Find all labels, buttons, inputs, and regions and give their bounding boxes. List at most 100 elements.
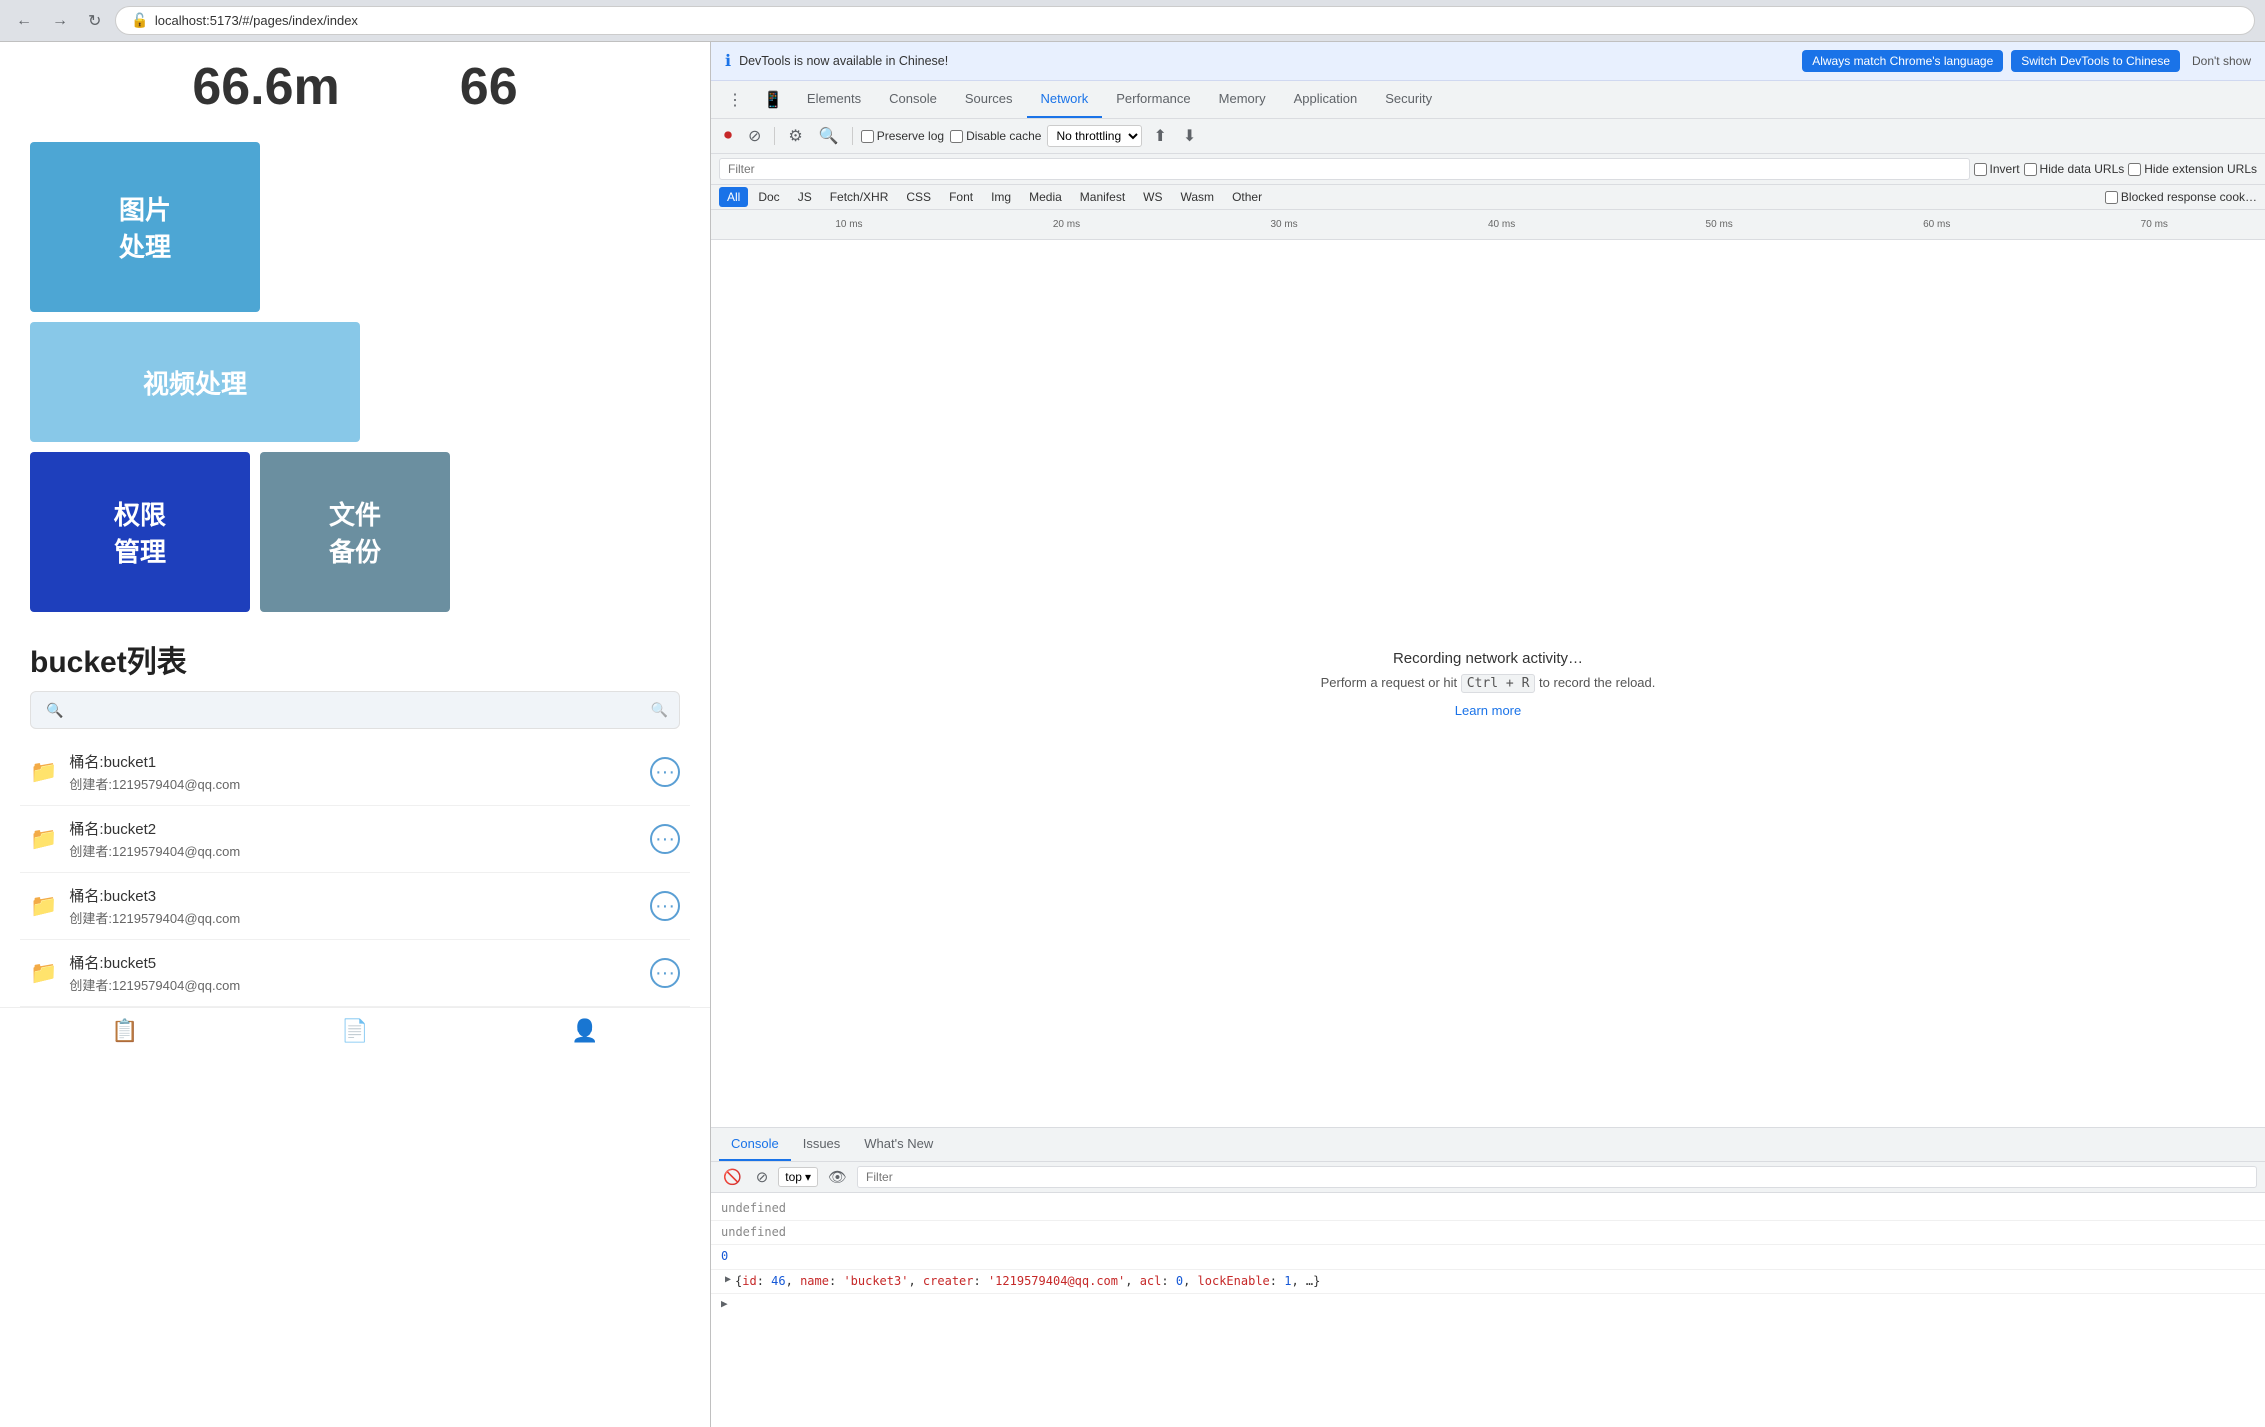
tab-sources[interactable]: Sources — [951, 81, 1027, 118]
blocked-cookies-label[interactable]: Blocked response cook… — [2105, 190, 2257, 204]
tile-permissions[interactable]: 权限 管理 — [30, 452, 250, 612]
type-filter-bar: All Doc JS Fetch/XHR CSS Font Img Media … — [711, 185, 2265, 210]
tile-video[interactable]: 视频处理 — [30, 322, 360, 442]
switch-to-chinese-button[interactable]: Switch DevTools to Chinese — [2011, 50, 2180, 72]
tab-network[interactable]: Network — [1027, 81, 1103, 118]
match-language-button[interactable]: Always match Chrome's language — [1802, 50, 2003, 72]
reload-button[interactable]: ↻ — [82, 7, 107, 35]
address-text: localhost:5173/#/pages/index/index — [155, 13, 358, 28]
import-har-button[interactable]: ⬆ — [1148, 123, 1171, 149]
preserve-log-checkbox[interactable] — [861, 130, 874, 143]
console-tab-whatsnew[interactable]: What's New — [852, 1128, 945, 1161]
type-filter-all[interactable]: All — [719, 187, 748, 207]
clear-button[interactable]: ⊘ — [743, 123, 766, 149]
disable-cache-checkbox[interactable] — [950, 130, 963, 143]
bottom-icon-2[interactable]: 📄 — [341, 1018, 368, 1044]
bucket-menu-button[interactable]: ··· — [650, 824, 680, 854]
bucket-info: 桶名:bucket5 创建者:1219579404@qq.com — [69, 952, 638, 994]
bucket-name: 桶名:bucket5 — [69, 952, 638, 973]
address-bar[interactable]: 🔓 localhost:5173/#/pages/index/index — [115, 6, 2255, 35]
hide-extension-urls-checkbox[interactable] — [2128, 163, 2141, 176]
tab-elements[interactable]: Elements — [793, 81, 875, 118]
dont-show-button[interactable]: Don't show — [2192, 54, 2251, 68]
blocked-cookies-checkbox[interactable] — [2105, 191, 2118, 204]
tab-memory[interactable]: Memory — [1205, 81, 1280, 118]
type-filter-media[interactable]: Media — [1021, 187, 1070, 207]
console-filter-icon-button[interactable]: ⊘ — [752, 1166, 773, 1188]
timeline-mark-50: 50 ms — [1706, 219, 1733, 230]
type-filter-doc[interactable]: Doc — [750, 187, 787, 207]
tab-application[interactable]: Application — [1280, 81, 1372, 118]
bucket-folder-icon: 📁 — [30, 759, 57, 785]
preserve-log-label[interactable]: Preserve log — [861, 129, 944, 143]
tab-security[interactable]: Security — [1371, 81, 1446, 118]
type-filter-css[interactable]: CSS — [898, 187, 939, 207]
console-line: undefined — [711, 1221, 2265, 1245]
console-section: Console Issues What's New 🚫 ⊘ top ▾ 👁 un… — [711, 1127, 2265, 1427]
type-filter-fetch-xhr[interactable]: Fetch/XHR — [822, 187, 897, 207]
search-button[interactable]: 🔍 — [814, 123, 844, 149]
console-tab-issues[interactable]: Issues — [791, 1128, 853, 1161]
console-line: undefined — [711, 1197, 2265, 1221]
bucket-folder-icon: 📁 — [30, 826, 57, 852]
network-empty-state: Recording network activity… Perform a re… — [711, 240, 2265, 1127]
bucket-title: bucket列表 — [0, 622, 710, 691]
export-har-button[interactable]: ⬇ — [1178, 123, 1201, 149]
console-context-selector[interactable]: top ▾ — [778, 1167, 818, 1187]
type-filter-wasm[interactable]: Wasm — [1173, 187, 1223, 207]
expand-arrow-button[interactable]: ▶ — [721, 1297, 728, 1310]
bucket-folder-icon: 📁 — [30, 960, 57, 986]
console-tab-console[interactable]: Console — [719, 1128, 791, 1161]
tile-image-processing[interactable]: 图片 处理 — [30, 142, 260, 312]
hide-extension-urls-label[interactable]: Hide extension URLs — [2128, 162, 2257, 176]
timeline-marks: 10 ms 20 ms 30 ms 40 ms 50 ms 60 ms 70 m… — [711, 214, 2265, 235]
disable-cache-label[interactable]: Disable cache — [950, 129, 1041, 143]
invert-label[interactable]: Invert — [1974, 162, 2020, 176]
bottom-icon-3[interactable]: 👤 — [571, 1018, 598, 1044]
bucket-search-input[interactable] — [30, 691, 680, 729]
type-filter-other[interactable]: Other — [1224, 187, 1270, 207]
back-button[interactable]: ← — [10, 8, 38, 34]
type-filter-js[interactable]: JS — [790, 187, 820, 207]
recording-hint: Perform a request or hit Ctrl + R to rec… — [1321, 675, 1656, 691]
learn-more-link[interactable]: Learn more — [1455, 703, 1521, 718]
type-filter-font[interactable]: Font — [941, 187, 981, 207]
expand-object-button[interactable]: ▶ — [721, 1274, 735, 1285]
chevron-down-icon: ▾ — [805, 1170, 811, 1184]
console-arrow-line: ▶ — [711, 1294, 2265, 1312]
type-filter-manifest[interactable]: Manifest — [1072, 187, 1133, 207]
bucket-menu-button[interactable]: ··· — [650, 891, 680, 921]
list-item: 📁 桶名:bucket2 创建者:1219579404@qq.com ··· — [20, 806, 690, 873]
console-filter-input[interactable] — [857, 1166, 2257, 1188]
tile-file-backup[interactable]: 文件 备份 — [260, 452, 450, 612]
bucket-info: 桶名:bucket1 创建者:1219579404@qq.com — [69, 751, 638, 793]
bucket-name: 桶名:bucket1 — [69, 751, 638, 772]
hide-data-urls-checkbox[interactable] — [2024, 163, 2037, 176]
device-toolbar-icon[interactable]: 📱 — [753, 82, 793, 118]
invert-checkbox[interactable] — [1974, 163, 1987, 176]
notification-text: DevTools is now available in Chinese! — [739, 54, 1794, 68]
tab-console[interactable]: Console — [875, 81, 951, 118]
filter-input[interactable] — [719, 158, 1970, 180]
stat-1: 66.6m — [192, 57, 339, 117]
bucket-menu-button[interactable]: ··· — [650, 757, 680, 787]
throttle-select[interactable]: No throttling — [1047, 125, 1142, 147]
bucket-creator: 创建者:1219579404@qq.com — [69, 975, 638, 994]
record-button[interactable]: ⏺ — [719, 124, 737, 148]
bottom-icon-1[interactable]: 📋 — [111, 1018, 138, 1044]
console-eye-button[interactable]: 👁 — [824, 1166, 851, 1188]
bucket-info: 桶名:bucket3 创建者:1219579404@qq.com — [69, 885, 638, 927]
type-filter-img[interactable]: Img — [983, 187, 1019, 207]
bucket-menu-button[interactable]: ··· — [650, 958, 680, 988]
console-clear-button[interactable]: 🚫 — [719, 1166, 746, 1188]
filter-button[interactable]: ⚙ — [783, 123, 807, 149]
bucket-creator: 创建者:1219579404@qq.com — [69, 774, 638, 793]
forward-button[interactable]: → — [46, 8, 74, 34]
stats-row: 66.6m 66 — [0, 42, 710, 132]
devtools-menu-icon[interactable]: ⋮ — [717, 82, 753, 118]
type-filter-ws[interactable]: WS — [1135, 187, 1170, 207]
bucket-creator: 创建者:1219579404@qq.com — [69, 841, 638, 860]
hide-data-urls-label[interactable]: Hide data URLs — [2024, 162, 2125, 176]
devtools-tab-bar: ⋮ 📱 Elements Console Sources Network Per… — [711, 81, 2265, 119]
tab-performance[interactable]: Performance — [1102, 81, 1204, 118]
